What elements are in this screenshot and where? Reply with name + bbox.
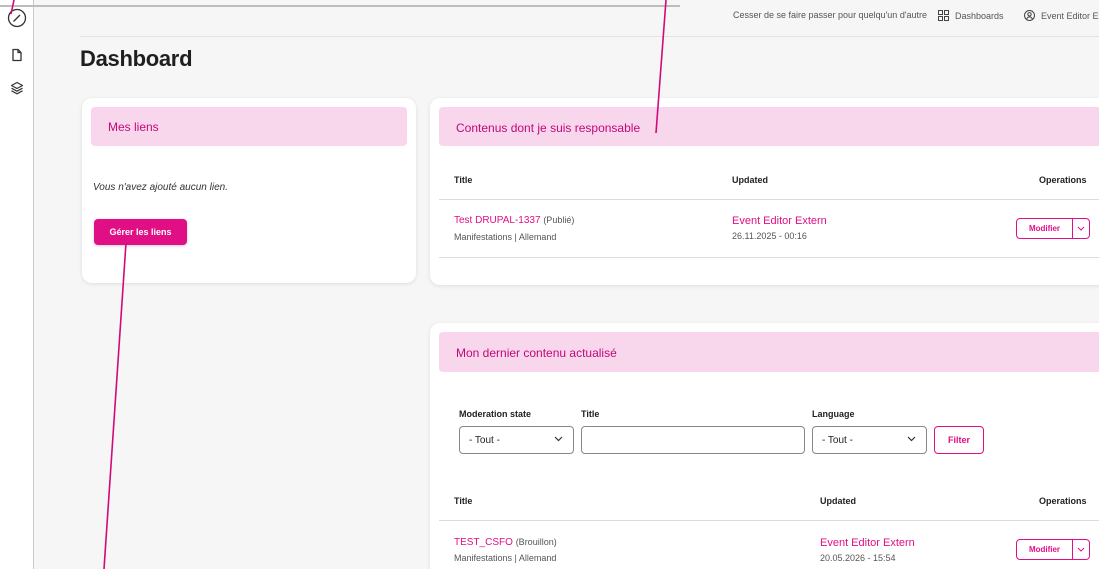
- links-empty-text: Vous n'avez ajouté aucun lien.: [93, 182, 228, 193]
- edit-button[interactable]: Modifier: [1017, 540, 1073, 559]
- content-status-text: (Brouillon): [515, 537, 557, 547]
- author-link[interactable]: Event Editor Extern: [820, 537, 915, 549]
- table-header-divider: [439, 520, 1099, 521]
- language-value: - Tout -: [822, 434, 853, 446]
- user-avatar-icon: [1024, 10, 1035, 21]
- updated-date-text: 26.11.2025 - 00:16: [732, 231, 807, 241]
- dashboards-grid-icon: [938, 10, 949, 21]
- filter-button[interactable]: Filter: [934, 426, 984, 454]
- manage-links-button[interactable]: Gérer les liens: [94, 219, 187, 245]
- chevron-down-icon: [1077, 226, 1085, 231]
- content-title-text: Test DRUPAL-1337: [454, 215, 541, 226]
- responsible-content-card: Contenus dont je suis responsable Title …: [430, 98, 1099, 285]
- header-divider: [80, 36, 1099, 37]
- stop-impersonate-link[interactable]: Cesser de se faire passer pour quelqu'un…: [733, 10, 927, 20]
- links-card-header: Mes liens: [91, 107, 407, 146]
- dashboards-link[interactable]: Dashboards: [938, 10, 1004, 21]
- dashboard-gauge-icon[interactable]: [7, 8, 27, 28]
- operations-toggle[interactable]: [1073, 540, 1089, 559]
- content-status-text: (Publié): [543, 215, 575, 225]
- dashboards-label: Dashboards: [955, 10, 1004, 21]
- operations-dropbutton: Modifier: [1016, 539, 1090, 560]
- column-header-title: Title: [454, 496, 473, 506]
- sidebar: [0, 0, 34, 569]
- links-card-title: Mes liens: [108, 120, 159, 134]
- content-title-text: TEST_CSFO: [454, 537, 513, 548]
- column-header-updated: Updated: [820, 496, 856, 506]
- edit-button[interactable]: Modifier: [1017, 219, 1073, 238]
- content-meta-text: Manifestations | Allemand: [454, 553, 557, 563]
- moderation-state-select[interactable]: - Tout -: [459, 426, 574, 454]
- responsible-card-title: Contenus dont je suis responsable: [456, 121, 641, 135]
- user-name-label: Event Editor Extern: [1041, 10, 1099, 21]
- column-header-operations: Operations: [1039, 175, 1087, 185]
- chevron-down-icon: [907, 436, 916, 442]
- title-filter-input[interactable]: [581, 426, 805, 454]
- responsible-card-header: Contenus dont je suis responsable: [439, 107, 1099, 146]
- recent-card-header: Mon dernier contenu actualisé: [439, 332, 1099, 372]
- user-menu-link[interactable]: Event Editor Extern: [1024, 10, 1099, 21]
- layers-icon[interactable]: [7, 78, 27, 98]
- operations-toggle[interactable]: [1073, 219, 1089, 238]
- annotation-line-manage-links: [103, 242, 127, 569]
- content-title-link[interactable]: Test DRUPAL-1337 (Publié): [454, 215, 574, 226]
- moderation-state-value: - Tout -: [469, 434, 500, 446]
- updated-date-text: 20.05.2026 - 15:54: [820, 553, 896, 563]
- table-row-divider: [439, 257, 1099, 258]
- language-select[interactable]: - Tout -: [812, 426, 927, 454]
- chevron-down-icon: [554, 436, 563, 442]
- moderation-state-label: Moderation state: [459, 409, 532, 419]
- table-header-divider: [439, 199, 1099, 200]
- page-title: Dashboard: [80, 46, 193, 71]
- column-header-title: Title: [454, 175, 473, 185]
- title-filter-label: Title: [581, 409, 600, 419]
- links-card: Mes liens Vous n'avez ajouté aucun lien.…: [82, 98, 416, 283]
- recent-card-title: Mon dernier contenu actualisé: [456, 346, 617, 360]
- author-link[interactable]: Event Editor Extern: [732, 215, 827, 227]
- column-header-updated: Updated: [732, 175, 768, 185]
- content-meta-text: Manifestations | Allemand: [454, 232, 557, 242]
- language-label: Language: [812, 409, 855, 419]
- top-toolbar: Cesser de se faire passer pour quelqu'un…: [34, 0, 1099, 38]
- operations-dropbutton: Modifier: [1016, 218, 1090, 239]
- column-header-operations: Operations: [1039, 496, 1087, 506]
- chevron-down-icon: [1077, 547, 1085, 552]
- recent-content-card: Mon dernier contenu actualisé Moderation…: [430, 323, 1099, 569]
- content-title-link[interactable]: TEST_CSFO (Brouillon): [454, 537, 557, 548]
- content-file-icon[interactable]: [7, 45, 27, 65]
